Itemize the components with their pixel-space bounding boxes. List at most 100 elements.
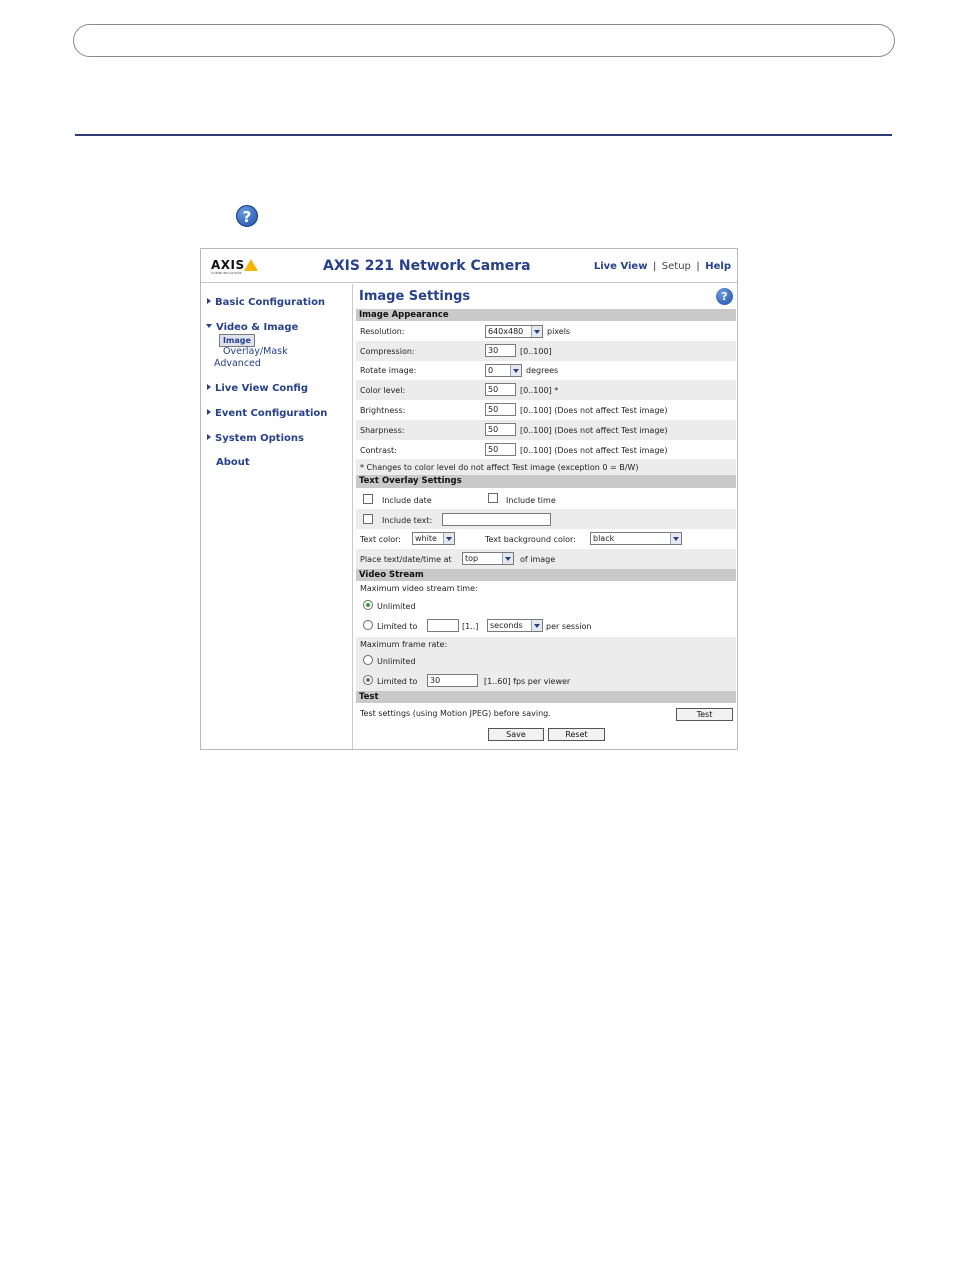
chevron-down-icon (510, 365, 521, 376)
text-color-label: Text color: (360, 535, 401, 544)
nav-system-options[interactable]: System Options (207, 433, 304, 444)
main-content: Image Settings ? Image Appearance Resolu… (355, 284, 737, 749)
row-sharpness: Sharpness: 50 [0..100] (Does not affect … (356, 420, 736, 440)
resolution-label: Resolution: (360, 327, 405, 336)
test-description: Test settings (using Motion JPEG) before… (360, 709, 551, 718)
row-place-text: Place text/date/time at top of image (356, 549, 736, 569)
nav-overlay-mask[interactable]: Overlay/Mask (223, 346, 288, 357)
camera-header: AXIS COMMUNICATIONS AXIS 221 Network Cam… (201, 249, 737, 283)
color-level-label: Color level: (360, 386, 406, 395)
row-test: Test settings (using Motion JPEG) before… (356, 703, 736, 723)
contrast-range: [0..100] (Does not affect Test image) (520, 446, 668, 455)
include-date-checkbox[interactable] (363, 494, 373, 504)
page-title: Image Settings (359, 289, 471, 304)
link-separator: | (696, 261, 700, 272)
setup-link[interactable]: Setup (662, 261, 691, 272)
frame-rate-input[interactable]: 30 (427, 674, 478, 687)
compression-range: [0..100] (520, 347, 552, 356)
contrast-input[interactable]: 50 (485, 443, 516, 456)
chevron-down-icon (443, 533, 454, 544)
max-time-label: Maximum video stream time: (360, 584, 478, 593)
row-colors: Text color: white Text background color:… (356, 529, 736, 549)
row-max-frame-rate: Maximum frame rate: Unlimited Limited to… (356, 637, 736, 691)
color-note: * Changes to color level do not affect T… (360, 463, 639, 472)
brightness-label: Brightness: (360, 406, 406, 415)
section-image-appearance: Image Appearance (356, 309, 736, 321)
row-max-stream-time: Maximum video stream time: Unlimited Lim… (356, 581, 736, 637)
contrast-label: Contrast: (360, 446, 397, 455)
nav-advanced[interactable]: Advanced (214, 358, 261, 369)
bg-color-label: Text background color: (485, 535, 576, 544)
row-include-date-time: Include date Include time (356, 488, 736, 509)
logo-text: AXIS (211, 258, 245, 272)
row-include-text: Include text: (356, 509, 736, 529)
row-resolution: Resolution: 640x480 pixels (356, 322, 736, 341)
frame-rate-limited-radio[interactable] (363, 675, 373, 685)
reset-button[interactable]: Reset (548, 728, 605, 741)
bg-color-select[interactable]: black (590, 532, 682, 545)
help-icon: ? (236, 205, 258, 227)
max-rate-label: Maximum frame rate: (360, 640, 448, 649)
chevron-down-icon (531, 620, 542, 631)
stream-time-input[interactable] (427, 619, 459, 632)
row-brightness: Brightness: 50 [0..100] (Does not affect… (356, 400, 736, 420)
stream-time-limited-radio[interactable] (363, 620, 373, 630)
header-bar (73, 24, 895, 57)
frame-rate-suffix: [1..60] fps per viewer (484, 677, 571, 686)
nav-live-view-config[interactable]: Live View Config (207, 383, 308, 394)
save-button[interactable]: Save (488, 728, 544, 741)
include-time-checkbox[interactable] (488, 493, 498, 503)
arrow-right-icon (207, 298, 211, 304)
place-select[interactable]: top (462, 552, 514, 565)
section-text-overlay: Text Overlay Settings (356, 475, 736, 488)
place-label: Place text/date/time at (360, 555, 452, 564)
color-level-input[interactable]: 50 (485, 383, 516, 396)
text-color-select[interactable]: white (412, 532, 455, 545)
camera-window: AXIS COMMUNICATIONS AXIS 221 Network Cam… (200, 248, 738, 750)
per-session-label: per session (546, 622, 592, 631)
live-view-link[interactable]: Live View (594, 261, 648, 272)
rotate-label: Rotate image: (360, 366, 417, 375)
frame-rate-unlimited-radio[interactable] (363, 655, 373, 665)
logo-triangle-icon (244, 259, 258, 271)
nav-about[interactable]: About (216, 457, 250, 468)
arrow-down-icon (206, 324, 212, 328)
stream-time-unlimited-radio[interactable] (363, 600, 373, 610)
sharpness-input[interactable]: 50 (485, 423, 516, 436)
help-link[interactable]: Help (705, 261, 731, 272)
sharpness-label: Sharpness: (360, 426, 405, 435)
arrow-right-icon (207, 434, 211, 440)
section-video-stream: Video Stream (356, 569, 736, 581)
color-level-range: [0..100] * (520, 386, 559, 395)
brightness-input[interactable]: 50 (485, 403, 516, 416)
include-date-label: Include date (382, 496, 432, 505)
brightness-range: [0..100] (Does not affect Test image) (520, 406, 668, 415)
frame-rate-limited-label: Limited to (377, 677, 418, 686)
row-color-note: * Changes to color level do not affect T… (356, 459, 736, 475)
camera-title: AXIS 221 Network Camera (323, 258, 531, 274)
axis-logo: AXIS COMMUNICATIONS (211, 258, 261, 276)
frame-rate-unlimited-label: Unlimited (377, 657, 416, 666)
top-links: Live View | Setup | Help (594, 261, 731, 272)
stream-time-range: [1..] (462, 622, 479, 631)
include-text-input[interactable] (442, 513, 551, 526)
row-contrast: Contrast: 50 [0..100] (Does not affect T… (356, 440, 736, 459)
compression-label: Compression: (360, 347, 415, 356)
stream-time-unit-select[interactable]: seconds (487, 619, 543, 632)
chevron-down-icon (531, 326, 542, 337)
section-test: Test (356, 691, 736, 703)
nav-event-configuration[interactable]: Event Configuration (207, 408, 327, 419)
compression-input[interactable]: 30 (485, 344, 516, 357)
row-color-level: Color level: 50 [0..100] * (356, 380, 736, 400)
test-button[interactable]: Test (676, 708, 733, 721)
help-icon[interactable]: ? (716, 288, 733, 305)
arrow-right-icon (207, 384, 211, 390)
rotate-select[interactable]: 0 (485, 364, 522, 377)
logo-subtext: COMMUNICATIONS (211, 271, 242, 275)
resolution-select[interactable]: 640x480 (485, 325, 543, 338)
nav-basic-configuration[interactable]: Basic Configuration (207, 297, 325, 308)
arrow-right-icon (207, 409, 211, 415)
nav-video-image[interactable]: Video & Image (206, 322, 298, 333)
include-text-checkbox[interactable] (363, 514, 373, 524)
include-text-label: Include text: (382, 516, 433, 525)
